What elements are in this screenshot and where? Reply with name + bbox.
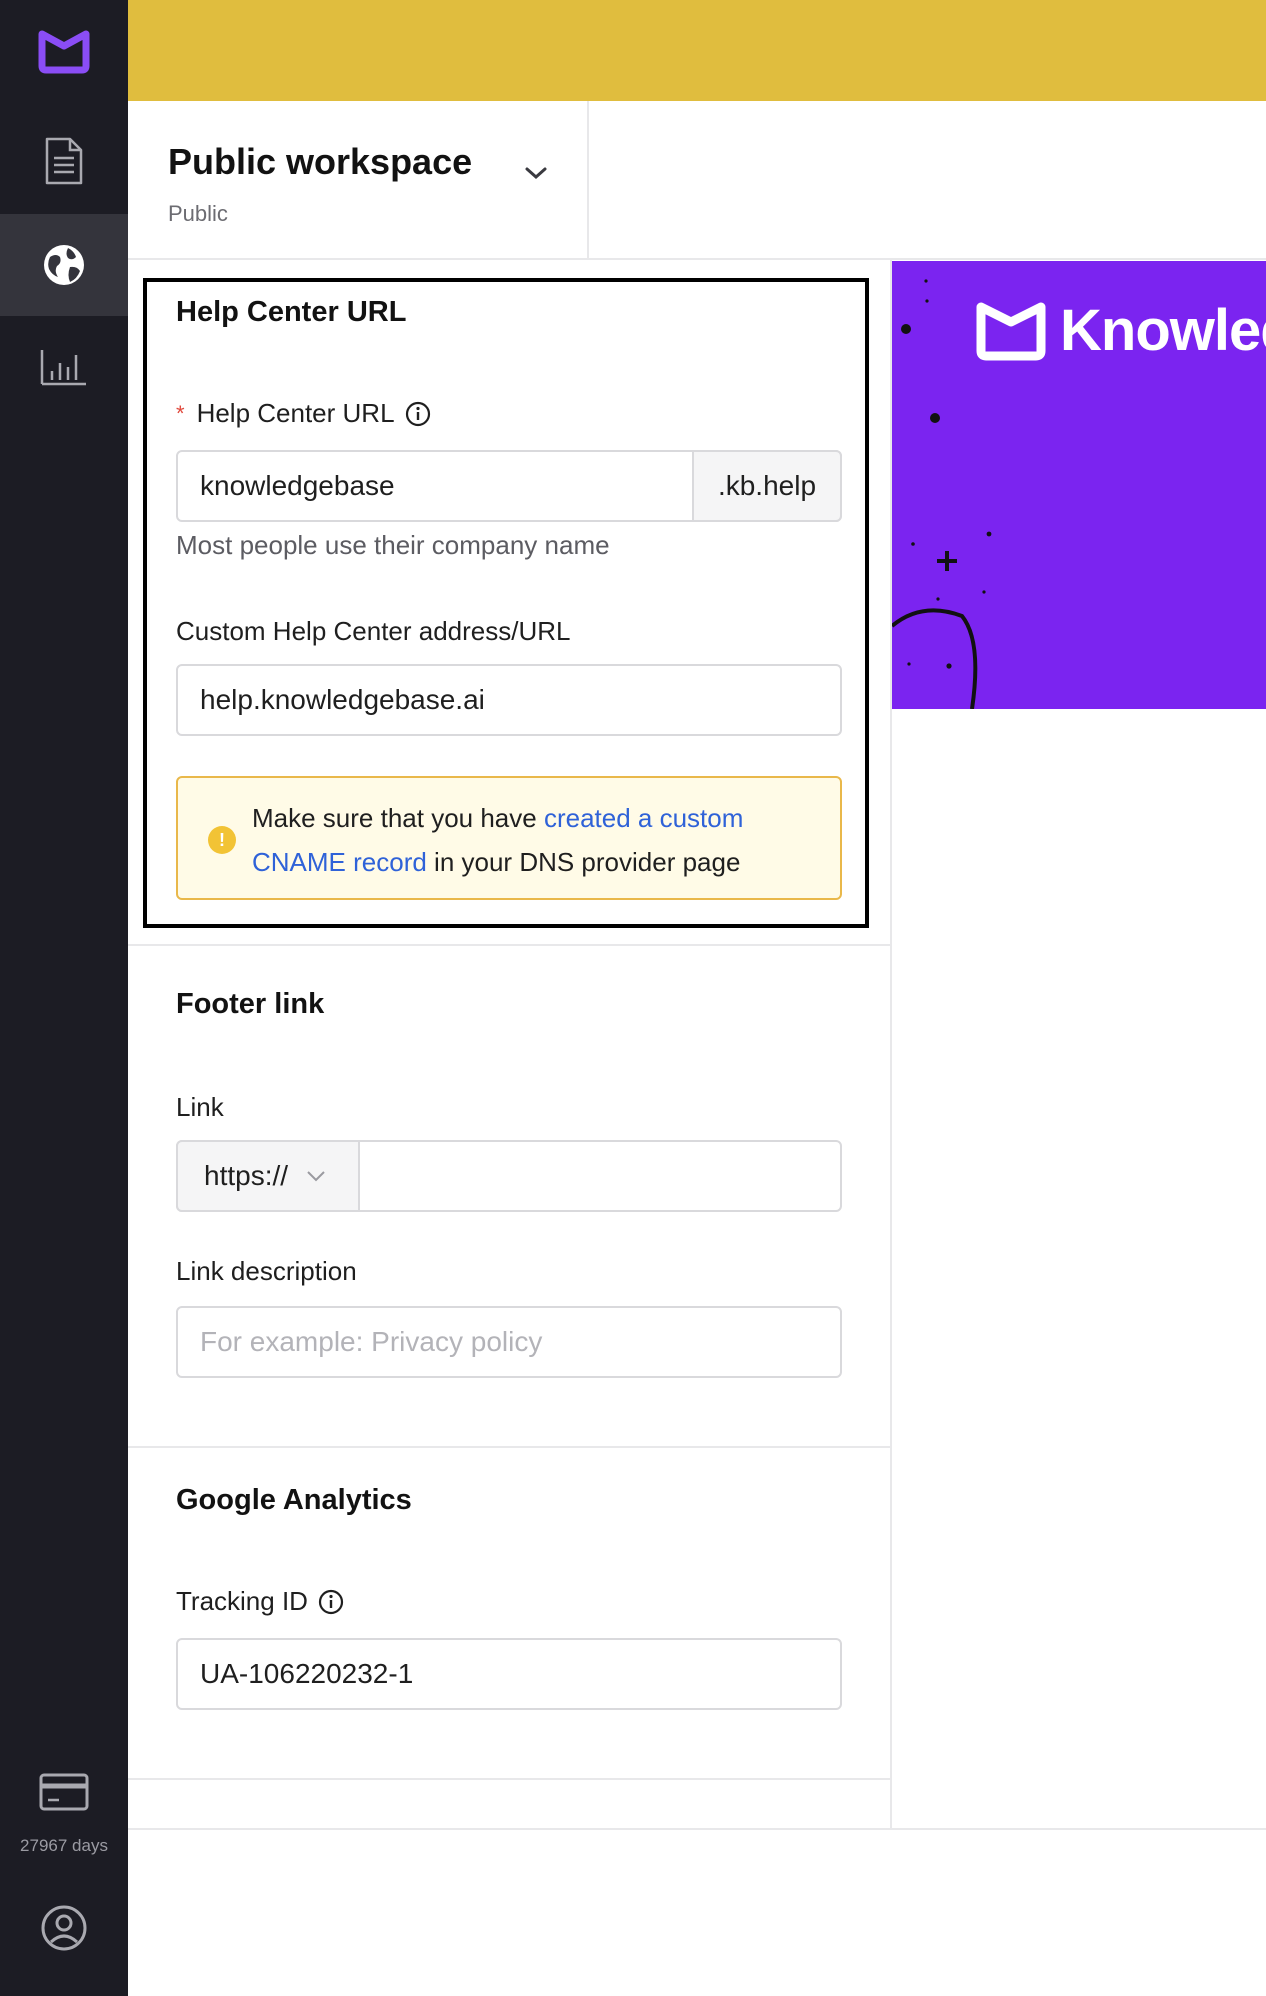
workspace-selector[interactable]: Public workspace Public: [128, 101, 589, 260]
preview-brand: Knowledge: [974, 297, 1266, 364]
required-marker: *: [176, 400, 185, 426]
google-analytics-section: Google Analytics Tracking ID UA-10622023…: [128, 1444, 890, 1780]
alert-text-before: Make sure that you have: [252, 803, 544, 833]
cname-warning-alert: ! Make sure that you have created a cust…: [176, 776, 842, 900]
help-center-preview: Knowledge: [892, 261, 1266, 709]
warning-icon: !: [208, 826, 236, 854]
sidebar-item-analytics[interactable]: [0, 316, 128, 418]
preview-brand-text: Knowledge: [1060, 298, 1266, 363]
tracking-id-input[interactable]: UA-106220232-1: [176, 1638, 842, 1710]
link-label: Link: [176, 1092, 224, 1122]
subdomain-helper-text: Most people use their company name: [176, 530, 610, 560]
custom-url-input[interactable]: help.knowledgebase.ai: [176, 664, 842, 736]
link-description-placeholder: For example: Privacy policy: [200, 1326, 543, 1357]
link-description-label: Link description: [176, 1256, 357, 1286]
subscription-days: 27967 days: [20, 1836, 108, 1855]
app-logo[interactable]: [0, 0, 128, 102]
link-description-input[interactable]: For example: Privacy policy: [176, 1306, 842, 1378]
sidebar-item-account[interactable]: [0, 1900, 128, 1956]
info-icon[interactable]: [405, 401, 431, 427]
domain-suffix: .kb.help: [692, 450, 842, 522]
footer-url-input[interactable]: https://: [176, 1140, 842, 1212]
footer-divider: [128, 1828, 1266, 1830]
help-center-url-section: Help Center URL * Help Center URL knowle…: [128, 260, 890, 946]
chevron-down-icon: [307, 1171, 325, 1182]
tracking-id-value: UA-106220232-1: [200, 1658, 414, 1689]
info-icon[interactable]: [318, 1589, 344, 1615]
account-icon: [41, 1905, 87, 1951]
footer-link-section: Footer link Link https:// Link descripti…: [128, 946, 890, 1448]
top-banner: [128, 0, 1266, 101]
logo-icon: [976, 302, 1046, 360]
alert-text: Make sure that you have created a custom…: [252, 796, 812, 884]
sidebar-item-articles[interactable]: [0, 110, 128, 212]
protocol-select[interactable]: https://: [176, 1140, 360, 1212]
custom-url-label: Custom Help Center address/URL: [176, 616, 571, 646]
globe-icon: [44, 245, 84, 285]
custom-url-value: help.knowledgebase.ai: [200, 684, 485, 715]
help-center-url-label-text: Help Center URL: [196, 398, 395, 428]
section-title-google-analytics: Google Analytics: [176, 1484, 412, 1516]
document-icon: [45, 137, 83, 185]
logo-icon: [38, 30, 90, 74]
help-center-url-label: * Help Center URL: [176, 398, 431, 429]
chevron-down-icon[interactable]: [524, 165, 548, 181]
sidebar: 27967 days: [0, 0, 128, 1996]
section-title-help-center-url: Help Center URL: [176, 296, 407, 328]
sidebar-item-public[interactable]: [0, 214, 128, 316]
sidebar-item-billing[interactable]: [0, 1762, 128, 1822]
alert-text-after: in your DNS provider page: [426, 847, 741, 877]
subdomain-value: knowledgebase: [200, 470, 395, 501]
tracking-id-label-text: Tracking ID: [176, 1586, 308, 1616]
workspace-subtitle: Public: [168, 201, 228, 226]
settings-panel: Help Center URL * Help Center URL knowle…: [128, 260, 892, 1830]
analytics-icon: [40, 350, 86, 386]
protocol-value: https://: [204, 1160, 289, 1191]
billing-card-icon: [39, 1773, 89, 1811]
section-title-footer-link: Footer link: [176, 988, 325, 1020]
workspace-title: Public workspace: [168, 141, 473, 182]
subdomain-input[interactable]: knowledgebase .kb.help: [176, 450, 842, 522]
tracking-id-label: Tracking ID: [176, 1586, 344, 1617]
